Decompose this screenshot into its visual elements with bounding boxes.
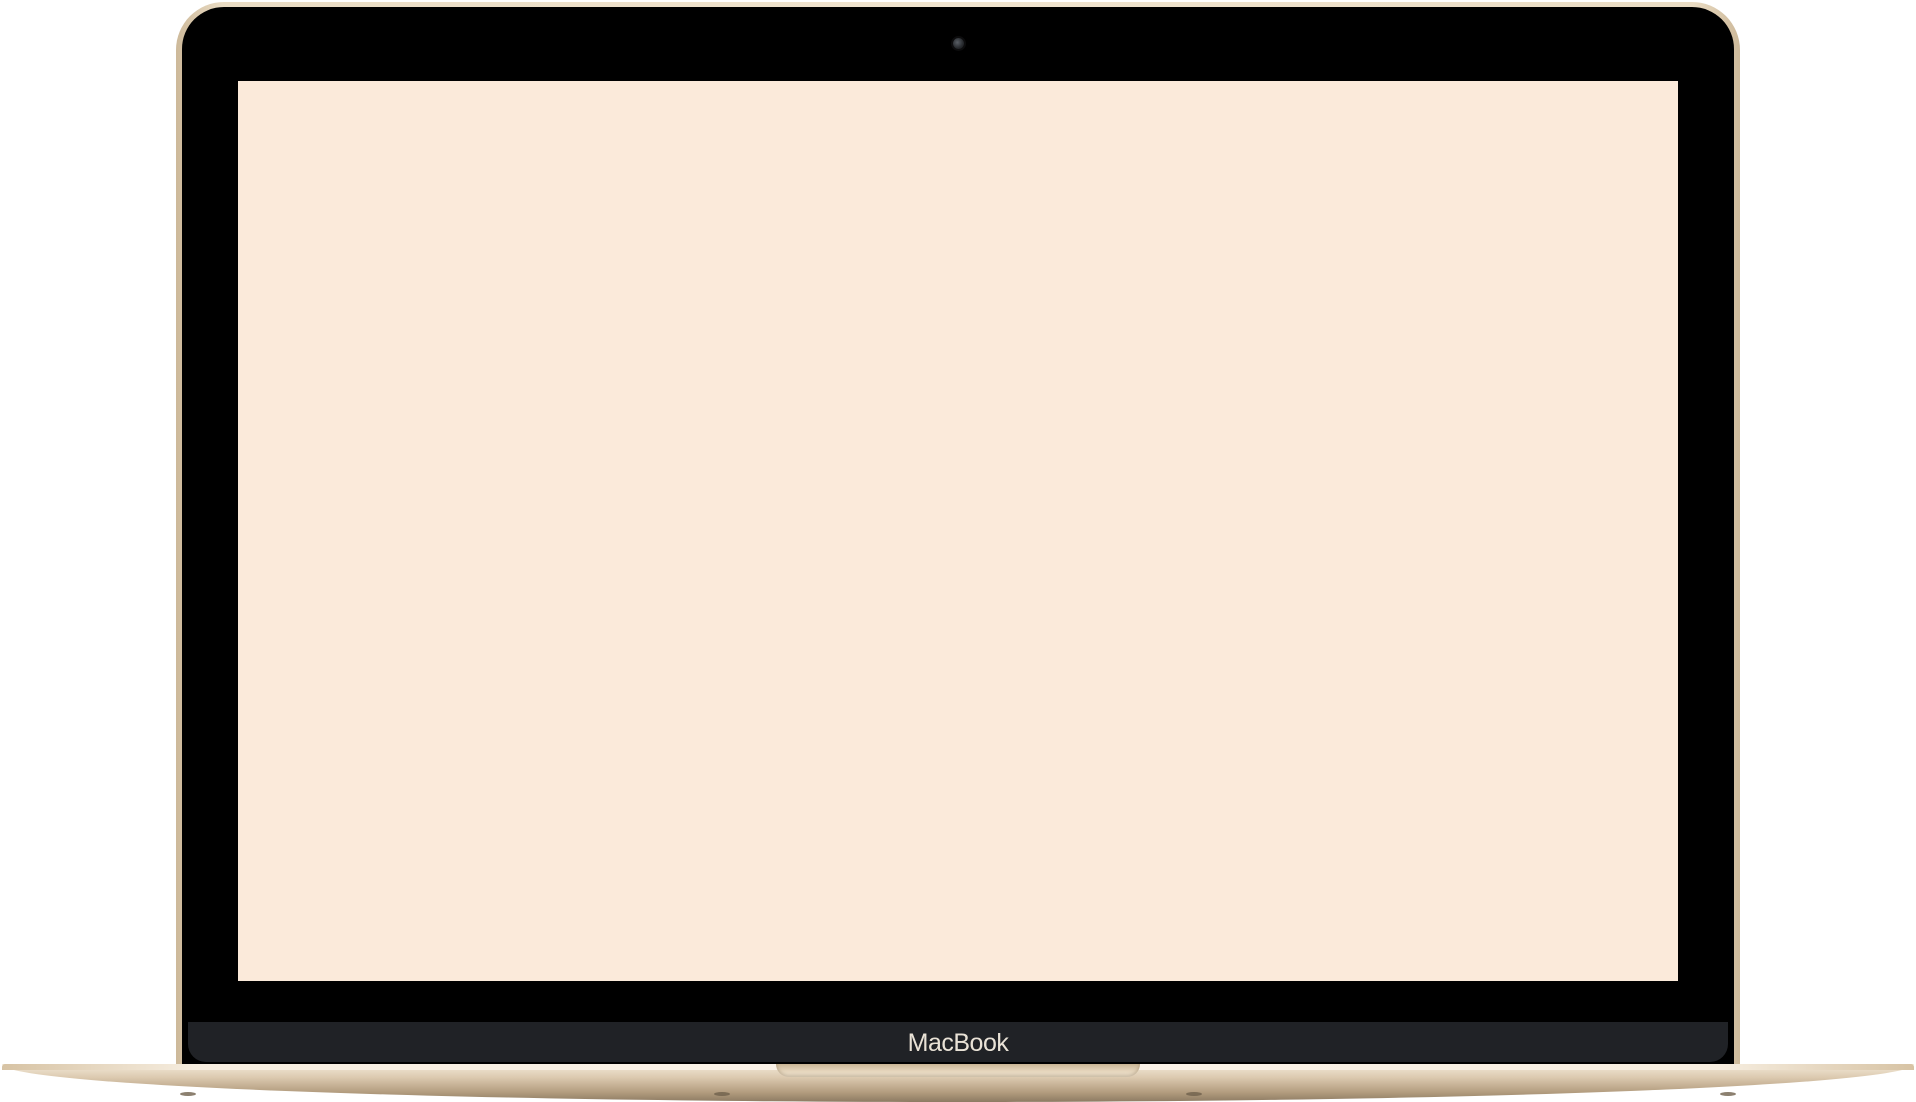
rubber-foot <box>1186 1092 1202 1096</box>
laptop-mockup: MacBook <box>0 0 1916 1102</box>
opening-notch <box>776 1064 1140 1077</box>
laptop-screen <box>238 81 1678 981</box>
brand-label: MacBook <box>907 1029 1009 1057</box>
camera-icon <box>953 38 964 49</box>
rubber-foot <box>1720 1092 1736 1096</box>
rubber-foot <box>714 1092 730 1096</box>
rubber-foot <box>180 1092 196 1096</box>
